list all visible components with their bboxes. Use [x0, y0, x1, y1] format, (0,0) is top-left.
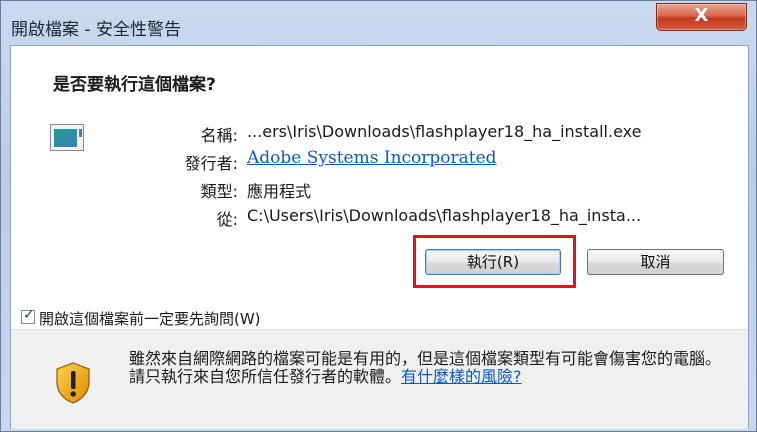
type-label: 類型: [200, 182, 238, 201]
name-label: 名稱: [200, 126, 238, 145]
dialog-window: 開啟檔案 - 安全性警告 X 是否要執行這個檔案? 名稱: ...ers\Iri… [0, 0, 757, 432]
publisher-label: 發行者: [184, 154, 238, 173]
title-bar[interactable]: 開啟檔案 - 安全性警告 X [1, 1, 757, 45]
run-button[interactable]: 執行(R) [425, 249, 561, 275]
warning-text: 雖然來自網際網路的檔案可能是有用的，但是這個檔案類型有可能會傷害您的電腦。請只執… [129, 350, 729, 386]
checkmark-icon: ✓ [23, 307, 35, 323]
publisher-link[interactable]: Adobe Systems Incorporated [247, 148, 497, 168]
risk-info-link[interactable]: 有什麼樣的風險? [401, 367, 522, 386]
dialog-heading: 是否要執行這個檔案? [53, 75, 216, 95]
always-ask-label[interactable]: 開啟這個檔案前一定要先詢問(W) [39, 308, 261, 329]
type-value: 應用程式 [247, 182, 312, 201]
window-title: 開啟檔案 - 安全性警告 [11, 20, 181, 40]
dialog-body: 是否要執行這個檔案? 名稱: ...ers\Iris\Downloads\fla… [10, 45, 749, 429]
security-shield-icon [56, 362, 90, 404]
from-value: C:\Users\Iris\Downloads\flashplayer18_ha… [247, 206, 642, 225]
name-value: ...ers\Iris\Downloads\flashplayer18_ha_i… [247, 122, 642, 141]
close-button[interactable]: X [656, 3, 747, 31]
always-ask-checkbox[interactable]: ✓ [21, 307, 35, 324]
cancel-button[interactable]: 取消 [587, 249, 724, 275]
from-label: 從: [216, 210, 238, 229]
